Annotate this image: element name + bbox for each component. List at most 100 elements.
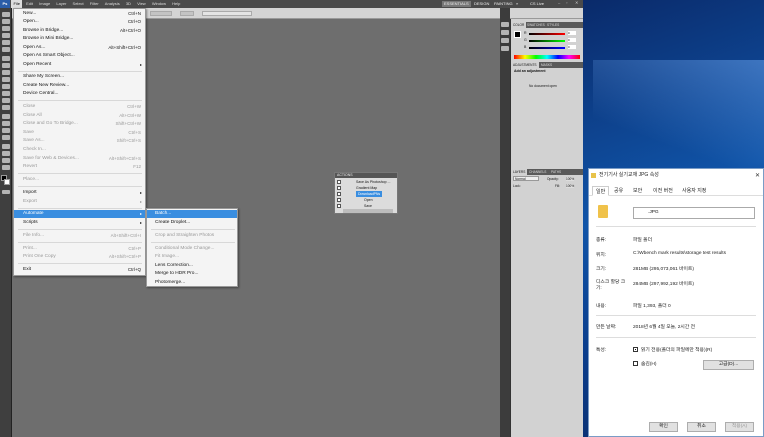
- menu-image[interactable]: Image: [37, 0, 53, 8]
- menu-item-import[interactable]: Import ▸: [14, 189, 145, 197]
- tab-adjustments[interactable]: ADJUSTMENTS: [511, 62, 539, 68]
- menu-file[interactable]: File: [11, 0, 23, 8]
- menu-item-merge-hdr[interactable]: Merge to HDR Pro...: [147, 270, 237, 278]
- 3d-orbit-tool-icon[interactable]: [2, 151, 10, 156]
- tab-security[interactable]: 보안: [630, 186, 645, 196]
- hand-tool-icon[interactable]: [2, 158, 10, 163]
- dock-icon[interactable]: [501, 30, 509, 35]
- tab-paths[interactable]: PATHS: [549, 169, 563, 175]
- value-r[interactable]: 0: [568, 31, 576, 35]
- cancel-button[interactable]: 취소: [687, 422, 716, 432]
- eraser-tool-icon[interactable]: [2, 84, 10, 89]
- workspace-design[interactable]: DESIGN: [472, 1, 491, 7]
- pen-tool-icon[interactable]: [2, 114, 10, 119]
- workspace-more[interactable]: »: [514, 1, 520, 7]
- tab-layers[interactable]: LAYERS: [511, 169, 528, 175]
- toggle-checkbox[interactable]: [337, 198, 341, 202]
- menu-item-open-recent[interactable]: Open Recent ▸: [14, 61, 145, 69]
- tab-sharing[interactable]: 공유: [611, 186, 626, 196]
- menu-3d[interactable]: 3D: [123, 0, 133, 8]
- cs-live[interactable]: CS Live: [528, 1, 546, 7]
- zoom-tool-icon[interactable]: [2, 165, 10, 170]
- path-select-tool-icon[interactable]: [2, 128, 10, 133]
- menu-item-new[interactable]: New... Ctrl+N: [14, 10, 145, 18]
- menu-item-batch[interactable]: Batch...: [147, 210, 237, 218]
- tab-styles[interactable]: STYLES: [545, 22, 561, 28]
- toggle-checkbox[interactable]: [337, 186, 341, 190]
- option-field[interactable]: [202, 11, 252, 16]
- brush-tool-icon[interactable]: [2, 63, 10, 68]
- menu-view[interactable]: View: [135, 0, 149, 8]
- toggle-checkbox[interactable]: [337, 180, 341, 184]
- value-g[interactable]: 0: [568, 38, 576, 42]
- dock-icon[interactable]: [501, 22, 509, 27]
- hidden-checkbox[interactable]: [633, 361, 638, 366]
- dock-icon[interactable]: [501, 38, 509, 43]
- value-b[interactable]: 0: [568, 45, 576, 49]
- workspace-essentials[interactable]: ESSENTIALS: [442, 1, 471, 7]
- healing-tool-icon[interactable]: [2, 56, 10, 61]
- fill-value[interactable]: 100%: [566, 184, 575, 188]
- type-tool-icon[interactable]: [2, 121, 10, 126]
- tab-swatches[interactable]: SWATCHES: [525, 22, 547, 28]
- close-icon[interactable]: ✕: [573, 0, 580, 6]
- name-field[interactable]: .JPG: [633, 207, 755, 219]
- menu-edit[interactable]: Edit: [24, 0, 36, 8]
- history-brush-tool-icon[interactable]: [2, 77, 10, 82]
- color-ramp[interactable]: [514, 55, 580, 59]
- menu-item-create-review[interactable]: Create New Review...: [14, 82, 145, 90]
- slider-blue[interactable]: [529, 47, 565, 49]
- tab-previous-versions[interactable]: 이전 버전: [650, 186, 676, 196]
- menu-item-open-as[interactable]: Open As... Alt+Shift+Ctrl+O: [14, 44, 145, 52]
- toggle-checkbox[interactable]: [337, 204, 341, 208]
- shape-tool-icon[interactable]: [2, 135, 10, 140]
- advanced-button[interactable]: 고급(D)...: [703, 360, 754, 370]
- stamp-tool-icon[interactable]: [2, 70, 10, 75]
- toggle-checkbox[interactable]: [337, 192, 341, 196]
- blur-tool-icon[interactable]: [2, 98, 10, 103]
- tab-channels[interactable]: CHANNELS: [527, 169, 548, 175]
- marquee-tool-icon[interactable]: [2, 19, 10, 24]
- slider-red[interactable]: [529, 33, 565, 35]
- menu-item-lens-correction[interactable]: Lens Correction...: [147, 262, 237, 270]
- menu-select[interactable]: Select: [70, 0, 86, 8]
- option-control[interactable]: [180, 11, 194, 16]
- menu-item-create-droplet[interactable]: Create Droplet...: [147, 219, 237, 227]
- slider-green[interactable]: [529, 40, 565, 42]
- menu-item-exit[interactable]: Exit Ctrl+Q: [14, 266, 145, 274]
- menu-item-photomerge[interactable]: Photomerge...: [147, 279, 237, 287]
- menu-help[interactable]: Help: [170, 0, 183, 8]
- menu-item-open-smart-object[interactable]: Open As Smart Object...: [14, 52, 145, 60]
- menu-window[interactable]: Window: [149, 0, 168, 8]
- ok-button[interactable]: 확인: [649, 422, 678, 432]
- tab-customize[interactable]: 사용자 지정: [679, 186, 709, 196]
- quick-select-tool-icon[interactable]: [2, 33, 10, 38]
- close-icon[interactable]: ✕: [755, 172, 760, 179]
- tab-general[interactable]: 일반: [592, 186, 610, 196]
- menu-item-automate[interactable]: Automate ▸: [14, 210, 145, 218]
- minimize-icon[interactable]: –: [556, 0, 562, 6]
- eyedropper-tool-icon[interactable]: [2, 47, 10, 52]
- crop-tool-icon[interactable]: [2, 40, 10, 45]
- foreground-color-swatch[interactable]: [514, 31, 521, 38]
- readonly-checkbox[interactable]: [633, 347, 638, 352]
- menu-analysis[interactable]: Analysis: [102, 0, 122, 8]
- blend-mode-select[interactable]: Normal: [513, 176, 539, 181]
- menu-layer[interactable]: Layer: [54, 0, 69, 8]
- gradient-tool-icon[interactable]: [2, 91, 10, 96]
- 3d-rotate-tool-icon[interactable]: [2, 144, 10, 149]
- workspace-painting[interactable]: PAINTING: [492, 1, 515, 7]
- dodge-tool-icon[interactable]: [2, 105, 10, 110]
- quick-mask-icon[interactable]: [2, 190, 10, 194]
- dock-icon[interactable]: [501, 46, 509, 51]
- lasso-tool-icon[interactable]: [2, 26, 10, 31]
- actions-footer-buttons[interactable]: [343, 209, 393, 213]
- menu-item-open[interactable]: Open... Ctrl+O: [14, 18, 145, 26]
- background-color-swatch[interactable]: [4, 179, 10, 185]
- menu-item-browse-bridge[interactable]: Browse in Bridge... Alt+Ctrl+O: [14, 27, 145, 35]
- menu-item-browse-mini-bridge[interactable]: Browse in Mini Bridge...: [14, 35, 145, 43]
- menu-item-scripts[interactable]: Scripts ▸: [14, 219, 145, 227]
- opacity-value[interactable]: 100%: [566, 177, 575, 181]
- menu-item-share-screen[interactable]: Share My Screen...: [14, 73, 145, 81]
- restore-icon[interactable]: ▫: [564, 0, 569, 6]
